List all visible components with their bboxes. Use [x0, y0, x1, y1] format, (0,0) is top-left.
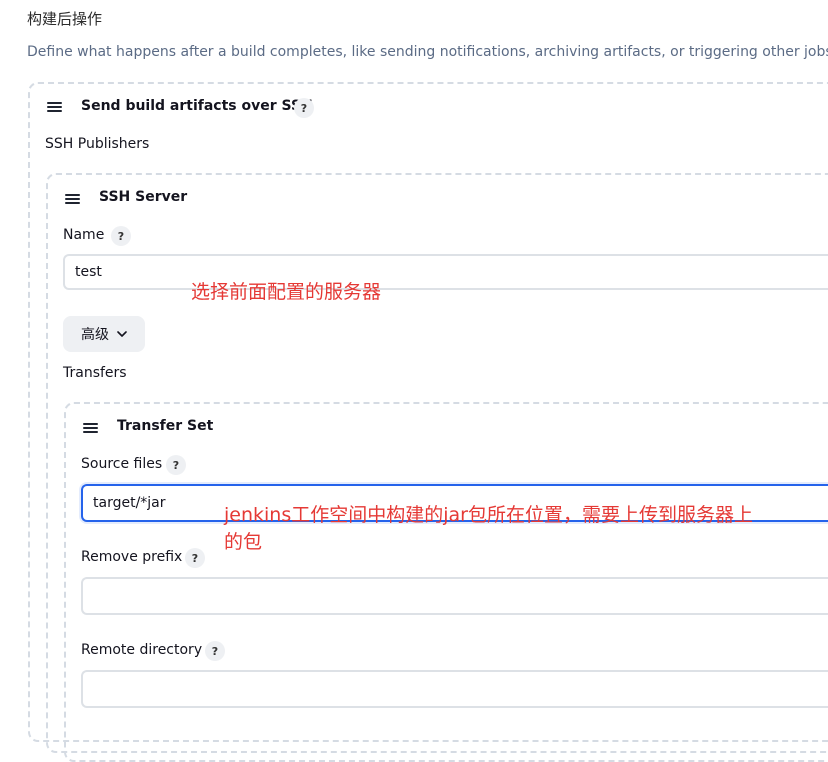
remote-directory-label: Remote directory: [81, 642, 203, 658]
source-files-label: Source files: [81, 456, 163, 472]
section-description: Define what happens after a build comple…: [27, 44, 828, 60]
remote-directory-input[interactable]: [81, 670, 828, 708]
name-label: Name: [63, 227, 105, 243]
source-annotation-line2: 的包: [224, 531, 263, 553]
drag-handle-icon[interactable]: [83, 423, 98, 433]
section-title: 构建后操作: [27, 10, 103, 28]
ssh-server-title: SSH Server: [99, 189, 188, 205]
help-icon[interactable]: ?: [185, 548, 205, 568]
source-annotation-line1: jenkins工作空间中构建的jar包所在位置，需要上传到服务器上: [224, 504, 753, 526]
server-name-select[interactable]: test: [63, 254, 828, 290]
chevron-down-icon: [117, 330, 127, 337]
ssh-publishers-label: SSH Publishers: [45, 136, 150, 152]
server-annotation: 选择前面配置的服务器: [191, 281, 382, 303]
help-icon[interactable]: ?: [205, 641, 225, 661]
remove-prefix-label: Remove prefix: [81, 549, 183, 565]
remove-prefix-input[interactable]: [81, 577, 828, 615]
help-icon[interactable]: ?: [111, 226, 131, 246]
advanced-label: 高级: [81, 327, 109, 343]
publisher-title: Send build artifacts over SSH: [81, 98, 313, 114]
advanced-button[interactable]: 高级: [63, 316, 145, 352]
transfers-label: Transfers: [63, 365, 127, 381]
drag-handle-icon[interactable]: [65, 194, 80, 204]
drag-handle-icon[interactable]: [47, 102, 62, 112]
transfer-set-title: Transfer Set: [117, 418, 214, 434]
help-icon[interactable]: ?: [166, 455, 186, 475]
help-icon[interactable]: ?: [294, 98, 314, 118]
